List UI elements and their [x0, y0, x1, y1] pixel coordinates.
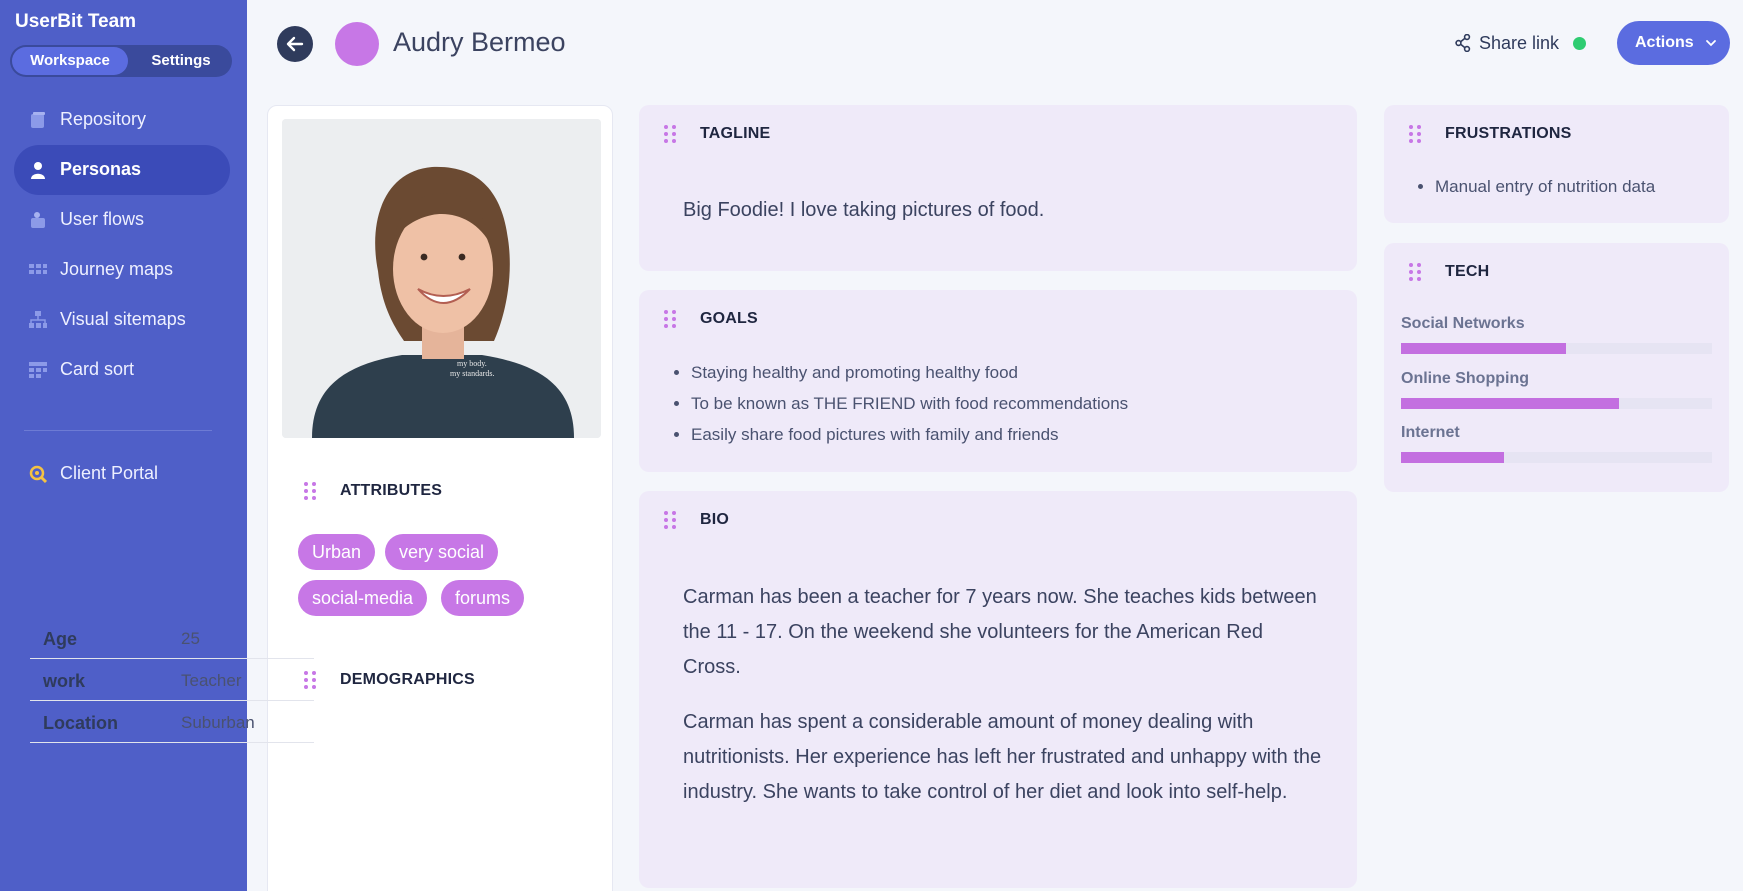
bio-card: BIO Carman has been a teacher for 7 year…	[639, 491, 1357, 888]
actions-label: Actions	[1635, 34, 1694, 51]
tech-label: Internet	[1401, 424, 1460, 441]
goals-title: GOALS	[700, 310, 758, 327]
tagline-title: TAGLINE	[700, 125, 771, 142]
sidebar-item-label: Card sort	[60, 359, 135, 379]
persona-photo: my body. my standards.	[282, 119, 601, 438]
demographic-value[interactable]: 25	[181, 629, 200, 649]
drag-handle-icon[interactable]	[663, 124, 677, 144]
demographic-value[interactable]: Suburban	[181, 713, 255, 733]
repository-icon	[31, 112, 45, 128]
sidebar-item-journey-maps[interactable]: Journey maps	[14, 245, 230, 295]
workspace-tab[interactable]: Workspace	[12, 47, 128, 75]
tech-label: Online Shopping	[1401, 370, 1529, 387]
share-icon	[1455, 34, 1471, 52]
svg-text:my body.: my body.	[457, 359, 487, 368]
profile-card: my body. my standards. ATTRIBUTES Urban …	[267, 105, 613, 891]
bio-title: BIO	[700, 511, 730, 528]
frustrations-list: Manual entry of nutrition data	[1415, 177, 1655, 197]
tech-progress-fill	[1401, 343, 1566, 354]
drag-handle-icon[interactable]	[663, 309, 677, 329]
actions-button[interactable]: Actions	[1617, 21, 1730, 65]
card-sort-icon	[29, 362, 47, 378]
sidebar-item-visual-sitemaps[interactable]: Visual sitemaps	[14, 295, 230, 345]
sidebar-item-client-portal[interactable]: Client Portal	[14, 449, 230, 499]
tech-progress-track	[1401, 452, 1712, 463]
tech-title: TECH	[1445, 263, 1490, 280]
demographic-key: Location	[43, 713, 118, 733]
user-flows-icon	[31, 212, 45, 228]
sidebar-item-label: Personas	[60, 159, 142, 179]
tech-progress-fill	[1401, 398, 1619, 409]
journey-map-icon	[29, 264, 47, 274]
goals-list: Staying healthy and promoting healthy fo…	[671, 357, 1128, 450]
sidebar-item-label: Journey maps	[60, 259, 174, 279]
arrow-left-icon	[286, 36, 304, 52]
tech-progress-track	[1401, 398, 1712, 409]
drag-handle-icon[interactable]	[303, 481, 317, 501]
bio-paragraph[interactable]: Carman has been a teacher for 7 years no…	[683, 580, 1323, 685]
attribute-tag[interactable]: very social	[385, 534, 499, 570]
person-icon	[31, 162, 45, 179]
list-item[interactable]: Easily share food pictures with family a…	[691, 419, 1128, 450]
tech-progress-fill	[1401, 452, 1504, 463]
settings-tab[interactable]: Settings	[132, 47, 230, 75]
share-link-label: Share link	[1479, 33, 1560, 53]
sitemap-icon	[29, 311, 47, 328]
persona-avatar[interactable]	[335, 22, 379, 66]
sidebar-item-label: User flows	[60, 209, 145, 229]
list-item[interactable]: To be known as THE FRIEND with food reco…	[691, 388, 1128, 419]
svg-text:my standards.: my standards.	[450, 369, 494, 378]
frustrations-card: FRUSTRATIONS Manual entry of nutrition d…	[1384, 105, 1729, 223]
persona-name[interactable]: Audry Bermeo	[393, 27, 566, 58]
sidebar-divider	[24, 430, 212, 431]
back-button[interactable]	[277, 26, 313, 62]
persona-photo-illustration: my body. my standards.	[282, 119, 601, 438]
list-item[interactable]: Staying healthy and promoting healthy fo…	[691, 357, 1128, 388]
attributes-title: ATTRIBUTES	[340, 482, 443, 499]
status-dot	[1573, 37, 1586, 50]
tech-progress-track	[1401, 343, 1712, 354]
demographics-title: DEMOGRAPHICS	[340, 671, 475, 688]
workspace-settings-switch: Workspace Settings	[10, 45, 232, 77]
tagline-card: TAGLINE Big Foodie! I love taking pictur…	[639, 105, 1357, 271]
demographics-table: Age 25 work Teacher Location Suburban	[30, 617, 314, 743]
sidebar-item-repository[interactable]: Repository	[14, 95, 230, 145]
tech-card: TECH Social Networks Online Shopping Int…	[1384, 243, 1729, 492]
sidebar-item-personas[interactable]: Personas	[14, 145, 230, 195]
team-name: UserBit Team	[15, 11, 137, 32]
sidebar: UserBit Team Workspace Settings Reposito…	[0, 0, 247, 891]
client-portal-icon	[29, 465, 48, 484]
demographic-value[interactable]: Teacher	[181, 671, 241, 691]
table-row: work Teacher	[30, 659, 314, 701]
drag-handle-icon[interactable]	[1408, 124, 1422, 144]
table-row: Age 25	[30, 617, 314, 659]
table-row: Location Suburban	[30, 701, 314, 743]
tech-label: Social Networks	[1401, 315, 1525, 332]
sidebar-item-label: Client Portal	[60, 463, 159, 483]
sidebar-item-card-sort[interactable]: Card sort	[14, 345, 230, 395]
bio-paragraph[interactable]: Carman has spent a considerable amount o…	[683, 705, 1323, 810]
attribute-tag[interactable]: social-media	[298, 580, 428, 616]
list-item[interactable]: Manual entry of nutrition data	[1435, 177, 1655, 197]
tagline-text[interactable]: Big Foodie! I love taking pictures of fo…	[683, 199, 1044, 222]
attribute-tag[interactable]: Urban	[298, 534, 376, 570]
chevron-down-icon	[1706, 40, 1716, 47]
sidebar-item-label: Visual sitemaps	[60, 309, 186, 329]
demographic-key: work	[43, 671, 86, 691]
sidebar-item-user-flows[interactable]: User flows	[14, 195, 230, 245]
frustrations-title: FRUSTRATIONS	[1445, 125, 1572, 142]
drag-handle-icon[interactable]	[1408, 262, 1422, 282]
attribute-tag[interactable]: forums	[441, 580, 525, 616]
goals-card: GOALS Staying healthy and promoting heal…	[639, 290, 1357, 472]
demographic-key: Age	[43, 629, 78, 649]
sidebar-item-label: Repository	[60, 109, 147, 129]
drag-handle-icon[interactable]	[663, 510, 677, 530]
